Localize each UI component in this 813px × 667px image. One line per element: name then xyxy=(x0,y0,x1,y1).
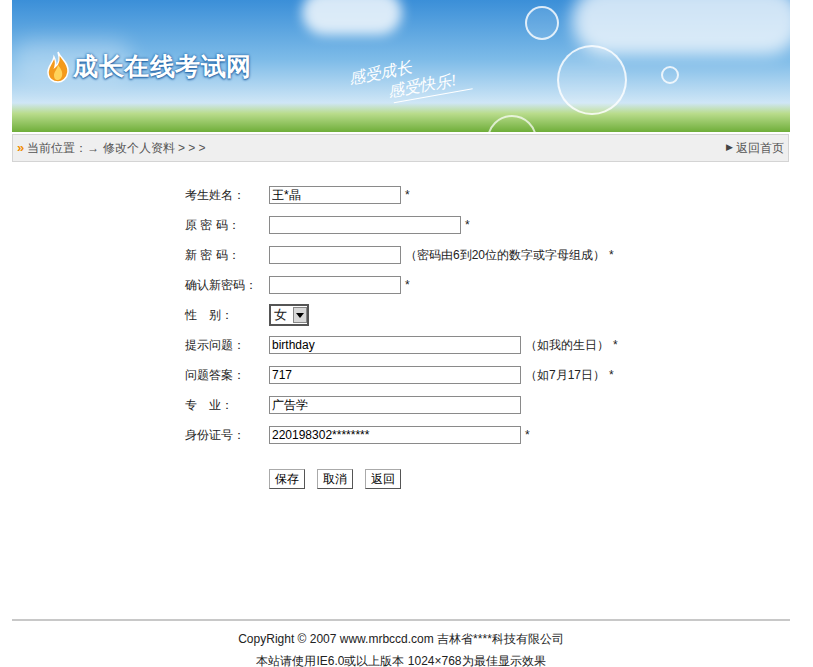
required-mark: * xyxy=(465,216,470,234)
triangle-icon: ▶ xyxy=(726,141,733,155)
text-input[interactable] xyxy=(269,396,521,414)
form-row: 性 别：女 xyxy=(185,300,813,330)
header-banner: 成长在线考试网 感受成长感受快乐! xyxy=(12,0,790,132)
required-mark: * xyxy=(613,336,618,354)
gender-select[interactable]: 女 xyxy=(269,304,309,326)
required-mark: * xyxy=(609,246,614,264)
field-label: 性 别： xyxy=(185,306,269,324)
field-label: 提示问题： xyxy=(185,336,269,354)
field-hint: （密码由6到20位的数字或字母组成） xyxy=(405,246,605,264)
form-row: 原 密 码： * xyxy=(185,210,813,240)
flame-logo-icon xyxy=(45,51,71,83)
footer: CopyRight © 2007 www.mrbccd.com 吉林省****科… xyxy=(12,619,790,667)
required-mark: * xyxy=(609,366,614,384)
password-input[interactable] xyxy=(269,246,401,264)
logo: 成长在线考试网 xyxy=(45,48,252,86)
field-label: 确认新密码： xyxy=(185,276,269,294)
copyright: CopyRight © 2007 www.mrbccd.com 吉林省****科… xyxy=(12,628,790,650)
bubble-icon xyxy=(661,66,679,84)
field-hint: （如我的生日） xyxy=(525,336,609,354)
page: 成长在线考试网 感受成长感受快乐! »当前位置：→ 修改个人资料 > > > ▶返回首… xyxy=(0,0,813,667)
text-input[interactable] xyxy=(269,186,401,204)
bubble-icon xyxy=(557,45,627,115)
home-link[interactable]: ▶返回首页 xyxy=(726,139,784,157)
form-row: 确认新密码： * xyxy=(185,270,813,300)
bubble-icon xyxy=(487,115,537,132)
field-label: 问题答案： xyxy=(185,366,269,384)
form-row: 问题答案： （如7月17日）* xyxy=(185,360,813,390)
slogan: 感受成长感受快乐! xyxy=(347,48,472,110)
breadcrumb-text: 当前位置：→ 修改个人资料 > > > xyxy=(27,139,205,157)
dropdown-arrow-icon xyxy=(293,307,307,323)
bubble-icon xyxy=(525,6,559,40)
text-input[interactable] xyxy=(269,336,521,354)
profile-form: 考生姓名：*原 密 码：*新 密 码：（密码由6到20位的数字或字母组成）*确认… xyxy=(185,180,813,489)
required-mark: * xyxy=(405,186,410,204)
form-row: 提示问题： （如我的生日）* xyxy=(185,330,813,360)
password-input[interactable] xyxy=(269,216,461,234)
form-row: 新 密 码： （密码由6到20位的数字或字母组成）* xyxy=(185,240,813,270)
required-mark: * xyxy=(525,426,530,444)
required-mark: * xyxy=(405,276,410,294)
cloud xyxy=(302,0,402,35)
button-row: 保存取消返回 xyxy=(269,469,813,489)
form-button[interactable]: 保存 xyxy=(269,469,305,489)
form-button[interactable]: 返回 xyxy=(365,469,401,489)
browser-notice: 本站请使用IE6.0或以上版本 1024×768为最佳显示效果 xyxy=(12,650,790,667)
text-input[interactable] xyxy=(269,426,521,444)
field-label: 身份证号： xyxy=(185,426,269,444)
field-label: 新 密 码： xyxy=(185,246,269,264)
form-row: 专 业： xyxy=(185,390,813,420)
field-label: 考生姓名： xyxy=(185,186,269,204)
field-hint: （如7月17日） xyxy=(525,366,605,384)
form-button[interactable]: 取消 xyxy=(317,469,353,489)
arrow-icon: » xyxy=(17,138,24,158)
field-label: 专 业： xyxy=(185,396,269,414)
text-input[interactable] xyxy=(269,366,521,384)
form-row: 考生姓名： * xyxy=(185,180,813,210)
password-input[interactable] xyxy=(269,276,401,294)
field-label: 原 密 码： xyxy=(185,216,269,234)
breadcrumb-bar: »当前位置：→ 修改个人资料 > > > ▶返回首页 xyxy=(12,134,789,162)
form-row: 身份证号： * xyxy=(185,420,813,450)
